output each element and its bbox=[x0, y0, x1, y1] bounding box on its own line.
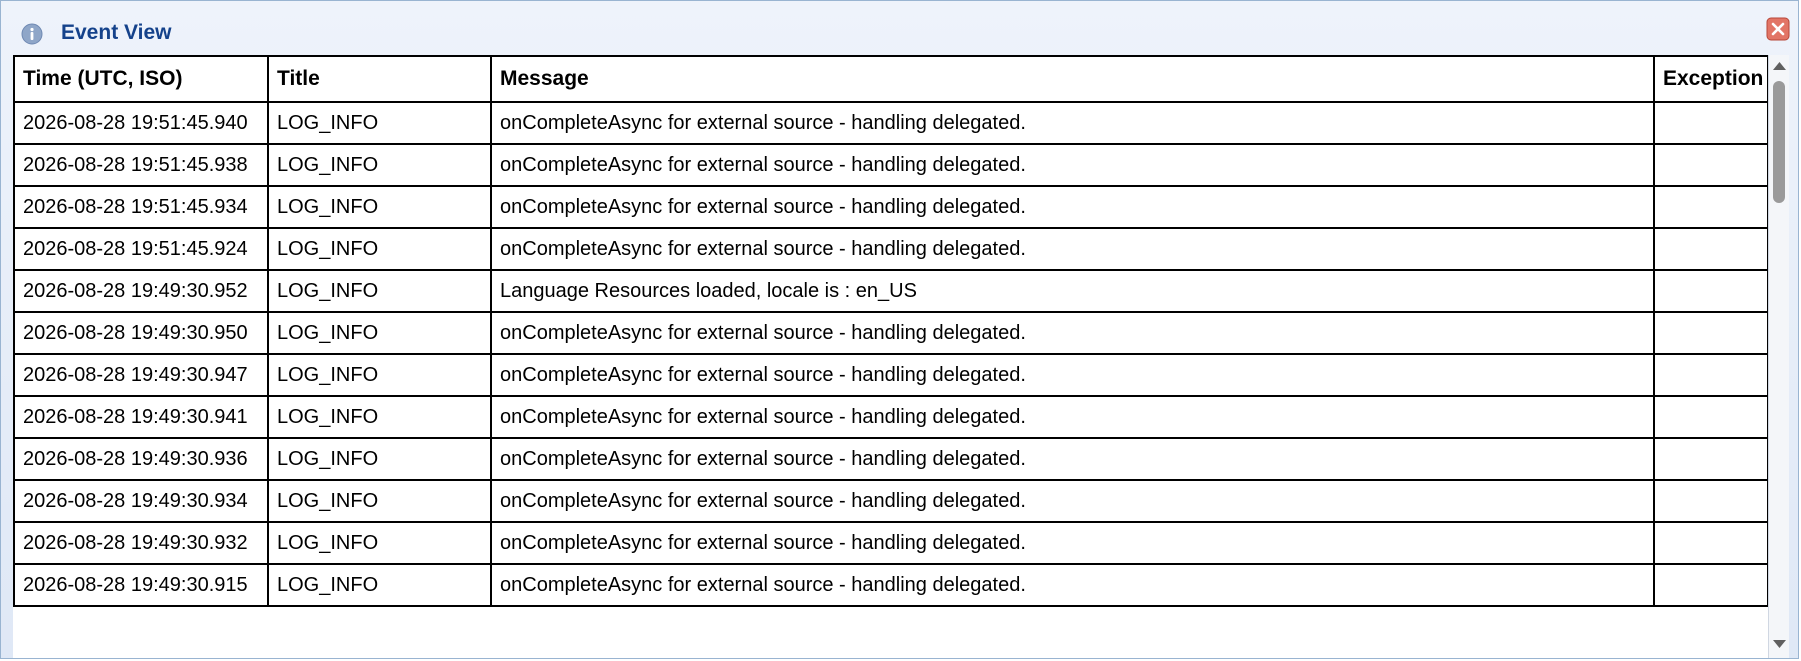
table-row[interactable]: 2026-08-28 19:49:30.936 LOG_INFO onCompl… bbox=[13, 437, 1769, 481]
table-row[interactable]: 2026-08-28 19:49:30.950 LOG_INFO onCompl… bbox=[13, 311, 1769, 355]
cell-title: LOG_INFO bbox=[267, 353, 492, 397]
cell-time: 2026-08-28 19:51:45.940 bbox=[13, 101, 269, 145]
column-header-exception[interactable]: Exception bbox=[1653, 55, 1769, 103]
table-row[interactable]: 2026-08-28 19:51:45.924 LOG_INFO onCompl… bbox=[13, 227, 1769, 271]
cell-time: 2026-08-28 19:51:45.924 bbox=[13, 227, 269, 271]
cell-exception bbox=[1653, 269, 1769, 313]
cell-time: 2026-08-28 19:49:30.950 bbox=[13, 311, 269, 355]
cell-message: onCompleteAsync for external source - ha… bbox=[490, 143, 1655, 187]
cell-exception bbox=[1653, 143, 1769, 187]
cell-message: onCompleteAsync for external source - ha… bbox=[490, 437, 1655, 481]
table-row[interactable]: 2026-08-28 19:51:45.934 LOG_INFO onCompl… bbox=[13, 185, 1769, 229]
cell-exception bbox=[1653, 437, 1769, 481]
cell-message: onCompleteAsync for external source - ha… bbox=[490, 311, 1655, 355]
cell-exception bbox=[1653, 521, 1769, 565]
vertical-scrollbar[interactable] bbox=[1768, 55, 1789, 658]
cell-title: LOG_INFO bbox=[267, 563, 492, 607]
cell-title: LOG_INFO bbox=[267, 227, 492, 271]
cell-message: onCompleteAsync for external source - ha… bbox=[490, 185, 1655, 229]
scroll-down-arrow-icon[interactable] bbox=[1770, 635, 1789, 653]
cell-message: onCompleteAsync for external source - ha… bbox=[490, 479, 1655, 523]
window-titlebar[interactable]: Event View bbox=[1, 1, 1798, 55]
column-header-message[interactable]: Message bbox=[490, 55, 1655, 103]
column-header-title[interactable]: Title bbox=[267, 55, 492, 103]
table-row[interactable]: 2026-08-28 19:51:45.938 LOG_INFO onCompl… bbox=[13, 143, 1769, 187]
cell-exception bbox=[1653, 353, 1769, 397]
cell-title: LOG_INFO bbox=[267, 311, 492, 355]
cell-time: 2026-08-28 19:51:45.938 bbox=[13, 143, 269, 187]
cell-message: onCompleteAsync for external source - ha… bbox=[490, 353, 1655, 397]
cell-time: 2026-08-28 19:51:45.934 bbox=[13, 185, 269, 229]
window-title: Event View bbox=[61, 21, 172, 44]
cell-time: 2026-08-28 19:49:30.941 bbox=[13, 395, 269, 439]
cell-time: 2026-08-28 19:49:30.947 bbox=[13, 353, 269, 397]
cell-message: onCompleteAsync for external source - ha… bbox=[490, 101, 1655, 145]
cell-exception bbox=[1653, 479, 1769, 523]
scroll-up-arrow-icon[interactable] bbox=[1770, 57, 1789, 75]
cell-time: 2026-08-28 19:49:30.936 bbox=[13, 437, 269, 481]
cell-title: LOG_INFO bbox=[267, 521, 492, 565]
column-header-time[interactable]: Time (UTC, ISO) bbox=[13, 55, 269, 103]
event-view-window: Event View Time (UTC, ISO) Title Message… bbox=[0, 0, 1799, 659]
cell-message: onCompleteAsync for external source - ha… bbox=[490, 521, 1655, 565]
cell-exception bbox=[1653, 101, 1769, 145]
cell-title: LOG_INFO bbox=[267, 101, 492, 145]
cell-exception bbox=[1653, 185, 1769, 229]
header-row: Time (UTC, ISO) Title Message Exception bbox=[13, 55, 1769, 103]
cell-title: LOG_INFO bbox=[267, 395, 492, 439]
cell-title: LOG_INFO bbox=[267, 479, 492, 523]
cell-exception bbox=[1653, 311, 1769, 355]
table-row[interactable]: 2026-08-28 19:51:45.940 LOG_INFO onCompl… bbox=[13, 101, 1769, 145]
cell-message: onCompleteAsync for external source - ha… bbox=[490, 395, 1655, 439]
cell-title: LOG_INFO bbox=[267, 437, 492, 481]
cell-time: 2026-08-28 19:49:30.915 bbox=[13, 563, 269, 607]
cell-exception bbox=[1653, 395, 1769, 439]
cell-time: 2026-08-28 19:49:30.934 bbox=[13, 479, 269, 523]
cell-time: 2026-08-28 19:49:30.932 bbox=[13, 521, 269, 565]
table-row[interactable]: 2026-08-28 19:49:30.934 LOG_INFO onCompl… bbox=[13, 479, 1769, 523]
cell-exception bbox=[1653, 227, 1769, 271]
table-row[interactable]: 2026-08-28 19:49:30.941 LOG_INFO onCompl… bbox=[13, 395, 1769, 439]
cell-message: onCompleteAsync for external source - ha… bbox=[490, 563, 1655, 607]
table-row[interactable]: 2026-08-28 19:49:30.932 LOG_INFO onCompl… bbox=[13, 521, 1769, 565]
table-row[interactable]: 2026-08-28 19:49:30.952 LOG_INFO Languag… bbox=[13, 269, 1769, 313]
scrollbar-thumb[interactable] bbox=[1773, 81, 1785, 203]
cell-title: LOG_INFO bbox=[267, 185, 492, 229]
table-row[interactable]: 2026-08-28 19:49:30.915 LOG_INFO onCompl… bbox=[13, 563, 1769, 607]
cell-message: Language Resources loaded, locale is : e… bbox=[490, 269, 1655, 313]
info-icon bbox=[21, 23, 43, 45]
cell-title: LOG_INFO bbox=[267, 269, 492, 313]
event-table: Time (UTC, ISO) Title Message Exception … bbox=[13, 55, 1769, 607]
cell-title: LOG_INFO bbox=[267, 143, 492, 187]
table-row[interactable]: 2026-08-28 19:49:30.947 LOG_INFO onCompl… bbox=[13, 353, 1769, 397]
cell-time: 2026-08-28 19:49:30.952 bbox=[13, 269, 269, 313]
cell-exception bbox=[1653, 563, 1769, 607]
event-grid: Time (UTC, ISO) Title Message Exception … bbox=[13, 55, 1789, 658]
cell-message: onCompleteAsync for external source - ha… bbox=[490, 227, 1655, 271]
close-icon[interactable] bbox=[1766, 17, 1790, 41]
